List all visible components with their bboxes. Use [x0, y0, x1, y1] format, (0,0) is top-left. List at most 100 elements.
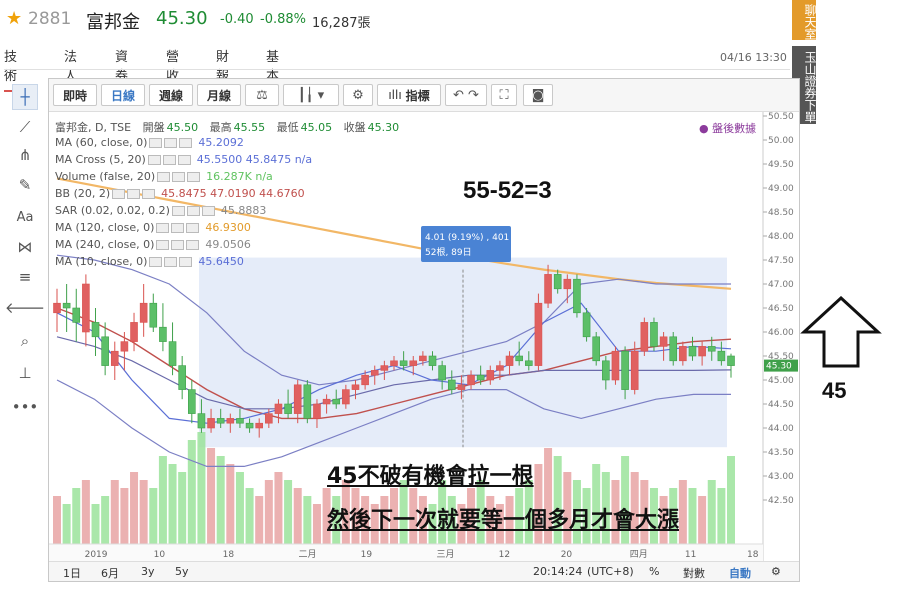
- candle-body: [409, 360, 418, 366]
- candle-body: [679, 346, 687, 362]
- legend-toggle-icon[interactable]: [179, 138, 193, 148]
- measure-icon[interactable]: ⊥: [12, 360, 38, 386]
- log-toggle[interactable]: 對數: [683, 565, 705, 581]
- candle-body: [630, 350, 639, 390]
- range-5y[interactable]: 5y: [175, 565, 189, 578]
- range-6m[interactable]: 6月: [101, 565, 119, 581]
- text-tool-icon[interactable]: Aa: [12, 204, 38, 230]
- legend-row-name: MA (60, close, 0): [55, 136, 148, 149]
- legend-toggle-icon[interactable]: [186, 206, 200, 216]
- legend-toggle-icon[interactable]: [172, 172, 186, 182]
- volume-bar: [149, 488, 158, 552]
- legend-toggle-icon[interactable]: [201, 206, 215, 216]
- legend-toggle-icon[interactable]: [187, 172, 201, 182]
- stock-code: 2881: [28, 9, 72, 29]
- legend-toggle-icon[interactable]: [164, 257, 178, 267]
- zoom-icon[interactable]: ⌕: [12, 328, 38, 354]
- legend-row-name: Volume (false, 20): [55, 170, 156, 183]
- pitchfork-icon[interactable]: ⋔: [12, 142, 38, 168]
- range-1d[interactable]: 1日: [63, 565, 81, 581]
- candle-body: [419, 355, 427, 362]
- volume-bar: [130, 472, 139, 552]
- price-tick-label: 44.50: [768, 400, 794, 410]
- high-label: 最高: [209, 121, 232, 134]
- daily-button[interactable]: 日線: [101, 84, 145, 106]
- legend-toggle-icon[interactable]: [147, 155, 161, 165]
- candle-body: [457, 384, 466, 390]
- camera-icon[interactable]: ◙: [523, 84, 553, 106]
- arrow-left-icon[interactable]: 🡐: [5, 294, 45, 320]
- candle-body: [592, 336, 601, 362]
- legend-row: MA (60, close, 0) 45.2092: [55, 136, 575, 153]
- price-tick-label: 49.50: [768, 160, 794, 170]
- legend-toggle-icon[interactable]: [171, 206, 185, 216]
- legend-toggle-icon[interactable]: [156, 223, 170, 233]
- candle-body: [370, 370, 379, 376]
- close-value: 45.30: [367, 121, 400, 134]
- range-3y[interactable]: 3y: [141, 565, 155, 578]
- legend-row-name: MA (10, close, 0): [55, 255, 148, 268]
- close-label: 收盤: [343, 121, 366, 134]
- fib-icon[interactable]: ≡: [12, 264, 38, 290]
- legend-toggle-icon[interactable]: [162, 155, 176, 165]
- monthly-button[interactable]: 月線: [197, 84, 241, 106]
- legend-toggle-icon[interactable]: [157, 172, 171, 182]
- legend-toggle-icon[interactable]: [171, 240, 185, 250]
- legend-toggle-icon[interactable]: [156, 240, 170, 250]
- volume-bar: [293, 488, 302, 552]
- legend-toggle-icon[interactable]: [149, 138, 163, 148]
- chat-room-tab[interactable]: 聊天室: [792, 0, 817, 40]
- undo-redo-icon[interactable]: ↶ ↷: [445, 84, 487, 106]
- legend-toggle-icon[interactable]: [186, 223, 200, 233]
- settings-gear-icon[interactable]: ⚙: [343, 84, 373, 106]
- after-hours-data[interactable]: ● 盤後數據: [699, 120, 756, 136]
- legend-toggle-icon[interactable]: [142, 189, 156, 199]
- volume-bar: [717, 488, 726, 552]
- candle-body: [188, 389, 196, 414]
- legend-row-values: 45.6450: [198, 255, 244, 268]
- candle-body: [101, 336, 109, 366]
- candle-body: [293, 384, 302, 414]
- pattern-icon[interactable]: ⋈: [12, 234, 38, 260]
- up-arrow-icon: [800, 296, 882, 368]
- candle-body: [361, 374, 369, 386]
- tabs-divider: [4, 69, 790, 70]
- candle-body: [207, 418, 215, 429]
- auto-toggle[interactable]: 自動: [729, 565, 751, 581]
- candle-body: [139, 302, 148, 323]
- legend-toggle-icon[interactable]: [127, 189, 141, 199]
- candle-body: [332, 398, 341, 405]
- legend-toggle-icon[interactable]: [112, 189, 126, 199]
- trendline-icon[interactable]: ⟋: [12, 114, 38, 140]
- legend-row: MA Cross (5, 20) 45.5500 45.8475 n/a: [55, 153, 575, 170]
- more-dots-icon[interactable]: •••: [12, 394, 39, 420]
- legend-toggle-icon[interactable]: [177, 155, 191, 165]
- legend-toggle-icon[interactable]: [149, 257, 163, 267]
- weekly-button[interactable]: 週線: [149, 84, 193, 106]
- candle-body: [659, 336, 668, 347]
- candle-style-icon[interactable]: ┃╽ ▾: [283, 84, 339, 106]
- compare-scale-icon[interactable]: ⚖: [245, 84, 279, 106]
- percent-toggle[interactable]: %: [649, 565, 659, 578]
- favorite-star-icon[interactable]: ★: [6, 8, 22, 29]
- legend-row-values: 49.0506: [205, 238, 251, 251]
- legend-toggle-icon[interactable]: [179, 257, 193, 267]
- legend-row: MA (240, close, 0) 49.0506: [55, 238, 575, 255]
- stock-price: 45.30: [156, 8, 208, 29]
- volume-bar: [216, 456, 225, 552]
- volume-bar: [284, 480, 293, 552]
- price-tick-label: 46.50: [768, 304, 794, 314]
- indicators-button[interactable]: ıllı 指標: [377, 84, 441, 106]
- candle-body: [130, 322, 138, 342]
- intraday-button[interactable]: 即時: [53, 84, 97, 106]
- chart-settings-gear-icon[interactable]: ⚙: [771, 565, 781, 578]
- brush-icon[interactable]: ✎: [12, 172, 38, 198]
- legend-toggle-icon[interactable]: [171, 223, 185, 233]
- current-price-label: 45.30: [766, 362, 792, 372]
- legend-toggle-icon[interactable]: [164, 138, 178, 148]
- fullscreen-icon[interactable]: ⛶: [491, 84, 517, 106]
- crosshair-icon[interactable]: ┼: [12, 84, 38, 110]
- volume-bar: [139, 480, 148, 552]
- legend-row-values: 46.9300: [205, 221, 251, 234]
- legend-toggle-icon[interactable]: [186, 240, 200, 250]
